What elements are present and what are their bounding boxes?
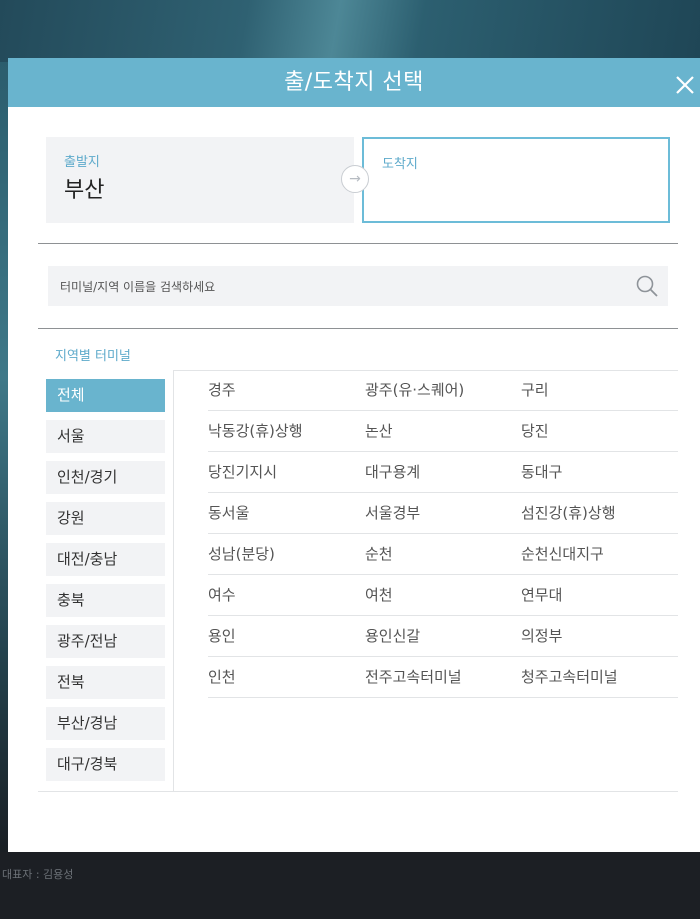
destination-field[interactable]: 도착지: [362, 137, 670, 223]
region-tab[interactable]: 강원: [46, 502, 165, 535]
terminal-item[interactable]: 의정부: [521, 616, 678, 657]
search-input[interactable]: [48, 266, 642, 308]
terminal-item[interactable]: 당진기지시: [208, 452, 365, 493]
terminal-item[interactable]: 전주고속터미널: [365, 657, 521, 698]
terminal-item[interactable]: 대구용계: [365, 452, 521, 493]
footer-ceo: 대표자 : 김용성: [2, 868, 74, 881]
terminal-item[interactable]: 용인신갈: [365, 616, 521, 657]
terminal-item[interactable]: 논산: [365, 411, 521, 452]
region-tab[interactable]: 대구/경북: [46, 748, 165, 781]
close-icon: [676, 76, 694, 94]
background-banner: [0, 0, 700, 62]
terminal-item[interactable]: 연무대: [521, 575, 678, 616]
terminal-item[interactable]: 광주(유·스퀘어): [365, 370, 521, 411]
region-tab[interactable]: 충북: [46, 584, 165, 617]
terminal-item[interactable]: 청주고속터미널: [521, 657, 678, 698]
region-tab[interactable]: 전북: [46, 666, 165, 699]
region-tab[interactable]: 인천/경기: [46, 461, 165, 494]
divider: [38, 328, 678, 329]
divider: [173, 370, 174, 792]
terminal-select-modal: 출/도착지 선택 출발지 부산 도착지 → 지역별 터미널 전체서울인천/경: [8, 58, 700, 852]
terminal-item[interactable]: 성남(분당): [208, 534, 365, 575]
region-tab[interactable]: 대전/충남: [46, 543, 165, 576]
background-footer: 대표자 : 김용성: [0, 852, 700, 919]
section-title: 지역별 터미널: [55, 349, 131, 364]
terminal-item[interactable]: 동서울: [208, 493, 365, 534]
terminal-item[interactable]: 서울경부: [365, 493, 521, 534]
search-icon[interactable]: [636, 275, 658, 297]
terminal-item[interactable]: 낙동강(휴)상행: [208, 411, 365, 452]
terminal-item[interactable]: 인천: [208, 657, 365, 698]
terminal-item[interactable]: 경주: [208, 370, 365, 411]
region-tab[interactable]: 부산/경남: [46, 707, 165, 740]
terminal-item[interactable]: 당진: [521, 411, 678, 452]
origin-field[interactable]: 출발지 부산: [46, 137, 354, 223]
terminal-item[interactable]: 순천신대지구: [521, 534, 678, 575]
divider: [38, 243, 678, 244]
terminal-item[interactable]: 섬진강(휴)상행: [521, 493, 678, 534]
modal-title: 출/도착지 선택: [284, 70, 424, 95]
terminal-item[interactable]: 순천: [365, 534, 521, 575]
close-button[interactable]: [672, 66, 698, 98]
region-panel: 전체서울인천/경기강원대전/충남충북광주/전남전북부산/경남대구/경북 경주 광주…: [38, 370, 678, 792]
terminal-grid: 경주 광주(유·스퀘어) 구리낙동강(휴)상행 논산 당진당진기지시 대구용계 동대구동서울…: [208, 370, 678, 698]
destination-label: 도착지: [382, 157, 418, 172]
arrow-right-icon: →: [341, 165, 369, 193]
region-tab[interactable]: 광주/전남: [46, 625, 165, 658]
region-tab[interactable]: 전체: [46, 379, 165, 412]
origin-label: 출발지: [64, 155, 100, 170]
modal-header: 출/도착지 선택: [8, 58, 700, 107]
search-bar: [48, 266, 668, 308]
terminal-item[interactable]: 구리: [521, 370, 678, 411]
terminal-item[interactable]: 동대구: [521, 452, 678, 493]
origin-destination: 출발지 부산 도착지 →: [46, 137, 670, 223]
terminal-item[interactable]: 여천: [365, 575, 521, 616]
terminal-item[interactable]: 용인: [208, 616, 365, 657]
divider: [38, 791, 678, 792]
region-list: 전체서울인천/경기강원대전/충남충북광주/전남전북부산/경남대구/경북: [46, 379, 165, 789]
origin-value: 부산: [64, 178, 105, 203]
terminal-item[interactable]: 여수: [208, 575, 365, 616]
region-tab[interactable]: 서울: [46, 420, 165, 453]
